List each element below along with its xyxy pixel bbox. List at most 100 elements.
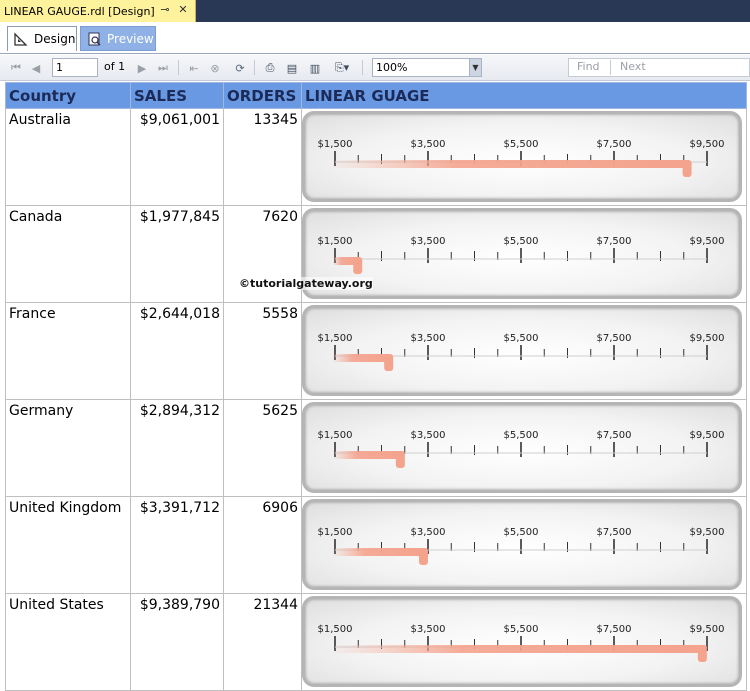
gauge-pointer-bar: [333, 354, 389, 362]
page-number-input[interactable]: 1: [52, 58, 98, 77]
gauge-svg: $1,500 $3,500 $5,500 $7,500 $9,500: [318, 333, 725, 371]
country-cell: France: [5, 302, 131, 400]
gauge-tick-label: $5,500: [504, 527, 539, 538]
gauge-tick-label: $7,500: [597, 624, 632, 635]
gauge-cell: $1,500 $3,500 $5,500 $7,500 $9,500: [301, 108, 747, 206]
gauge-tick-label: $7,500: [597, 527, 632, 538]
gauge-tick-label: $9,500: [690, 139, 725, 150]
gauge-svg: $1,500 $3,500 $5,500 $7,500 $9,500: [318, 430, 725, 468]
gauge-tick-label: $5,500: [504, 333, 539, 344]
tab-preview-label: Preview: [107, 31, 154, 46]
sales-cell: $2,644,018: [130, 302, 224, 400]
gauge-tick-label: $9,500: [690, 333, 725, 344]
next-button[interactable]: Next: [620, 60, 646, 73]
report-toolbar: ⏮ ◀ 1 of 1 ▶ ⏭ ⇤ ⊗ ⟳ ⎙ ▤ ▥ ⎘▾ 100% ▼ Fin…: [0, 55, 750, 81]
gauge-tick-label: $9,500: [690, 527, 725, 538]
column-header-country: Country: [5, 82, 131, 109]
gauge-pointer-cap: [682, 160, 692, 177]
gauge-tick-label: $1,500: [318, 139, 353, 150]
find-button[interactable]: Find: [577, 60, 600, 73]
print-icon[interactable]: ⎙: [262, 59, 278, 77]
country-cell: Canada: [5, 205, 131, 303]
sales-cell: $2,894,312: [130, 399, 224, 497]
gauge-svg: $1,500 $3,500 $5,500 $7,500 $9,500: [318, 624, 725, 662]
table-row: United States $9,389,790 21344 $1,500 $3,500…: [5, 593, 747, 691]
document-tab-strip: LINEAR GAUGE.rdl [Design] ⊸ ✕: [0, 0, 750, 22]
table-row: Australia $9,061,001 13345 $1,500 $3,500 $5,5…: [5, 108, 747, 206]
gauge-pointer-cap: [418, 548, 428, 565]
zoom-select[interactable]: 100% ▼: [372, 58, 482, 77]
orders-cell: 13345: [223, 108, 302, 206]
last-page-icon[interactable]: ⏭: [155, 59, 171, 77]
gauge-cell: $1,500 $3,500 $5,500 $7,500 $9,500: [301, 496, 747, 594]
gauge-pointer-bar: [333, 160, 687, 168]
table-row: Germany $2,894,312 5625 $1,500 $3,500 $5,500 $…: [5, 399, 747, 497]
design-icon: [14, 32, 28, 46]
zoom-value: 100%: [376, 61, 408, 74]
gauge-cell: $1,500 $3,500 $5,500 $7,500 $9,500: [301, 399, 747, 497]
gauge-tick-label: $1,500: [318, 236, 353, 247]
gauge-tick-label: $1,500: [318, 624, 353, 635]
gauge-cell: $1,500 $3,500 $5,500 $7,500 $9,500: [301, 302, 747, 400]
gauge-pointer-cap: [395, 451, 405, 468]
orders-cell: 6906: [223, 496, 302, 594]
gauge-tick-label: $9,500: [690, 430, 725, 441]
toolbar-separator: [610, 60, 611, 75]
page-count: of 1: [104, 60, 126, 73]
gauge-pointer-cap: [384, 354, 394, 371]
country-cell: Germany: [5, 399, 131, 497]
gauge-svg: $1,500 $3,500 $5,500 $7,500 $9,500: [318, 527, 725, 565]
tab-design[interactable]: Design: [7, 26, 77, 51]
chevron-down-icon[interactable]: ▼: [469, 59, 481, 76]
toolbar-separator: [254, 60, 255, 75]
sales-cell: $9,389,790: [130, 593, 224, 691]
first-page-icon[interactable]: ⏮: [8, 59, 24, 77]
document-tab-title: LINEAR GAUGE.rdl [Design]: [4, 4, 155, 18]
orders-cell: 5625: [223, 399, 302, 497]
gauge-pointer-bar: [333, 548, 423, 556]
next-page-icon[interactable]: ▶: [134, 59, 150, 77]
gauge-tick-label: $3,500: [411, 139, 446, 150]
column-header-linear-gauge: LINEAR GUAGE: [301, 82, 747, 109]
refresh-icon[interactable]: ⟳: [232, 59, 248, 77]
document-tab[interactable]: LINEAR GAUGE.rdl [Design] ⊸ ✕: [0, 0, 196, 22]
gauge-tick-label: $5,500: [504, 139, 539, 150]
pin-icon[interactable]: ⊸: [158, 3, 172, 16]
orders-cell: 21344: [223, 593, 302, 691]
gauge-pointer-bar: [333, 645, 702, 653]
gauge-pointer-bar: [333, 451, 400, 459]
export-icon[interactable]: ⎘▾: [331, 59, 353, 77]
stop-icon[interactable]: ⊗: [207, 59, 223, 77]
previous-page-icon[interactable]: ◀: [28, 59, 44, 77]
table-row: France $2,644,018 5558 $1,500 $3,500 $5,500 $7…: [5, 302, 747, 400]
gauge-tick-label: $9,500: [690, 236, 725, 247]
country-cell: Australia: [5, 108, 131, 206]
column-header-orders: ORDERS: [223, 82, 302, 109]
gauge-tick-label: $5,500: [504, 236, 539, 247]
orders-cell: 5558: [223, 302, 302, 400]
gauge-tick-label: $3,500: [411, 333, 446, 344]
close-icon[interactable]: ✕: [176, 3, 190, 16]
gauge-tick-label: $7,500: [597, 139, 632, 150]
gauge-tick-label: $5,500: [504, 624, 539, 635]
table-row: Canada $1,977,845 7620 $1,500 $3,500 $5,500 $7…: [5, 205, 747, 303]
header-row: Country SALES ORDERS LINEAR GUAGE: [5, 82, 747, 109]
gauge-tick-label: $3,500: [411, 527, 446, 538]
gauge-pointer-cap: [697, 645, 707, 662]
print-layout-icon[interactable]: ▤: [284, 59, 300, 77]
tab-preview[interactable]: Preview: [80, 26, 156, 51]
sales-cell: $1,977,845: [130, 205, 224, 303]
country-cell: United States: [5, 593, 131, 691]
back-icon[interactable]: ⇤: [186, 59, 202, 77]
report-table: Country SALES ORDERS LINEAR GUAGE Austra…: [5, 82, 747, 691]
page-setup-icon[interactable]: ▥: [307, 59, 323, 77]
sales-cell: $9,061,001: [130, 108, 224, 206]
gauge-pointer-cap: [353, 257, 363, 274]
column-header-sales: SALES: [130, 82, 224, 109]
gauge-tick-label: $7,500: [597, 430, 632, 441]
gauge-tick-label: $3,500: [411, 624, 446, 635]
gauge-svg: $1,500 $3,500 $5,500 $7,500 $9,500: [318, 139, 725, 177]
linear-gauge: $1,500 $3,500 $5,500 $7,500 $9,500: [302, 402, 742, 493]
gauge-tick-label: $9,500: [690, 624, 725, 635]
linear-gauge: $1,500 $3,500 $5,500 $7,500 $9,500: [302, 596, 742, 687]
